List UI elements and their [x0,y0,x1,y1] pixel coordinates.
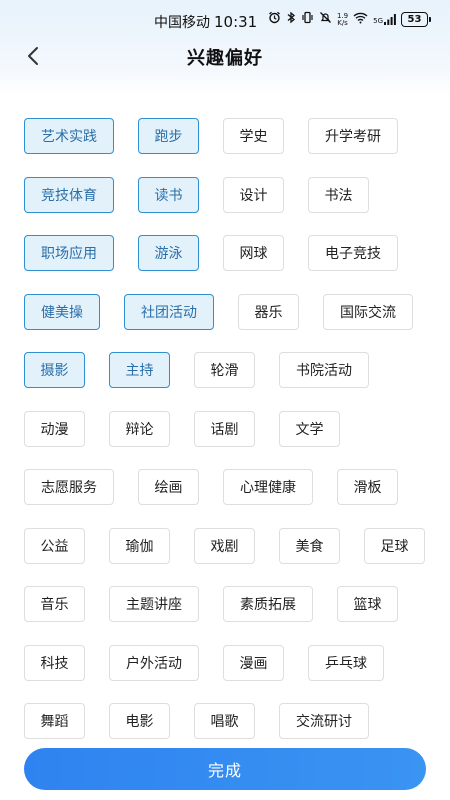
interest-tag[interactable]: 读书 [138,176,199,213]
interest-tag[interactable]: 戏剧 [194,527,255,564]
interest-tag[interactable]: 户外活动 [109,644,199,681]
interest-tag[interactable]: 书院活动 [279,352,369,388]
interest-tag[interactable]: 音乐 [24,586,85,622]
footer: 完成 [0,740,450,800]
nav-bar: 兴趣偏好 [0,40,450,72]
interest-tag[interactable]: 辩论 [109,410,170,447]
interest-tag[interactable]: 艺术实践 [24,118,114,154]
interest-tag[interactable]: 网球 [223,235,284,271]
interest-tag[interactable]: 美食 [279,527,340,564]
interest-tag[interactable]: 素质拓展 [223,586,313,622]
interest-tag[interactable]: 游泳 [138,235,199,271]
interest-tag[interactable]: 滑板 [337,469,398,505]
status-time: 10:31 [214,13,258,31]
interest-tag[interactable]: 舞蹈 [24,703,85,739]
interest-tag[interactable]: 乒乓球 [308,644,384,681]
alarm-icon [268,11,281,28]
signal-icon: 5G [373,14,396,25]
interest-tag[interactable]: 升学考研 [308,118,398,154]
interest-tag[interactable]: 器乐 [238,293,299,330]
vibrate-icon [301,11,314,28]
interest-tag[interactable]: 跑步 [138,118,199,154]
status-bar: 中国移动 10:31 1.9 K/s 5G 53 [0,0,450,40]
interest-tag[interactable]: 轮滑 [194,352,255,388]
network-speed: 1.9 K/s [337,12,348,27]
interest-tag[interactable]: 篮球 [337,586,398,622]
interest-tag[interactable]: 公益 [24,527,85,564]
interest-tag[interactable]: 摄影 [24,352,85,388]
interest-tag[interactable]: 动漫 [24,410,85,447]
mute-icon [319,11,332,28]
signal-label: 5G [373,17,383,25]
interest-tag[interactable]: 心理健康 [223,469,313,505]
bluetooth-icon [286,11,296,28]
interest-tag[interactable]: 漫画 [223,644,284,681]
interest-tag[interactable]: 瑜伽 [109,527,170,564]
interest-tag[interactable]: 社团活动 [124,293,214,330]
interest-tag[interactable]: 交流研讨 [279,703,369,739]
interest-tag[interactable]: 书法 [308,176,369,213]
interest-tag[interactable]: 职场应用 [24,235,114,271]
interest-tag[interactable]: 电子竞技 [308,235,398,271]
interest-tag[interactable]: 主题讲座 [109,586,199,622]
page-title: 兴趣偏好 [187,48,263,69]
interest-tag[interactable]: 电影 [109,703,170,739]
interest-tag[interactable]: 唱歌 [194,703,255,739]
network-speed-unit: K/s [337,18,348,27]
carrier-label: 中国移动 [154,15,210,31]
interest-tag[interactable]: 绘画 [138,469,199,505]
interest-tag[interactable]: 科技 [24,644,85,681]
interest-tag[interactable]: 志愿服务 [24,469,114,505]
interest-tag[interactable]: 竞技体育 [24,176,114,213]
done-button[interactable]: 完成 [24,748,426,790]
interest-tags-list: 艺术实践 跑步 学史 升学考研竞技体育 读书 设计 书法职场应用 游泳 网球 电子竞技健美操 社团活… [0,96,450,746]
interest-tag[interactable]: 设计 [223,176,284,213]
interest-tag[interactable]: 主持 [109,352,170,388]
wifi-icon [353,12,368,28]
interest-tag[interactable]: 文学 [279,410,340,447]
battery-icon: 53 [401,12,431,27]
battery-level: 53 [407,14,422,25]
interest-tag[interactable]: 话剧 [194,410,255,447]
status-left: 中国移动 10:31 [154,12,257,32]
interest-tag[interactable]: 健美操 [24,293,100,330]
interest-tag[interactable]: 学史 [223,118,284,154]
interest-tag[interactable]: 国际交流 [323,293,413,330]
status-right: 1.9 K/s 5G 53 [268,11,431,28]
interest-tag[interactable]: 足球 [364,527,425,564]
